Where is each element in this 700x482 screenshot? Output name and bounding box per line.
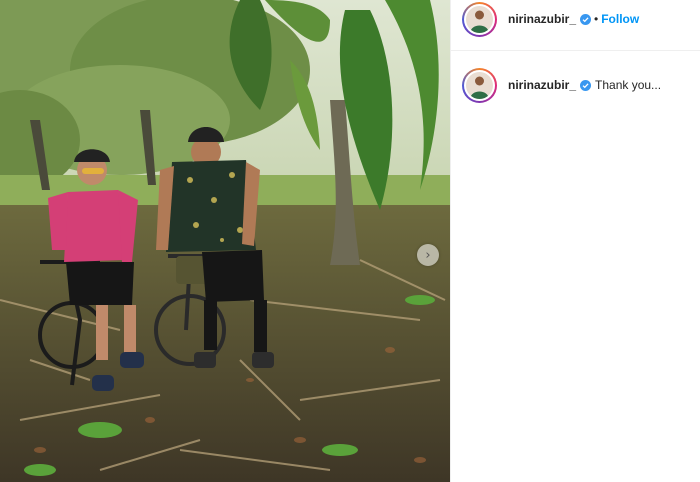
verified-badge-icon: [580, 79, 592, 91]
caption-text: Thank you...: [595, 78, 662, 92]
post-photo[interactable]: ›: [0, 0, 450, 482]
follow-button[interactable]: Follow: [601, 12, 639, 26]
author-avatar[interactable]: [462, 1, 497, 37]
caption-row: nirinazubir_ Thank you...: [462, 66, 661, 104]
caption-username[interactable]: nirinazubir_: [508, 78, 576, 92]
verified-badge-icon: [580, 13, 592, 25]
caption-avatar[interactable]: [462, 67, 497, 103]
post-sidebar: nirinazubir_ • Follow nirinazubir_ Thank…: [450, 0, 700, 482]
header-separator: •: [594, 12, 599, 26]
post-header: nirinazubir_ • Follow: [462, 0, 639, 38]
instagram-post-embed: › nirinazubir_ • Follow nirinazubir_ Tha…: [0, 0, 700, 482]
avatar-image: [466, 71, 493, 99]
vertical-divider: [450, 0, 451, 482]
next-photo-button[interactable]: ›: [417, 244, 439, 266]
avatar-image: [466, 5, 493, 33]
author-username[interactable]: nirinazubir_: [508, 12, 576, 26]
header-divider: [451, 50, 700, 51]
photo-cyclists-in-forest: [0, 0, 450, 482]
chevron-right-icon: ›: [425, 247, 431, 263]
